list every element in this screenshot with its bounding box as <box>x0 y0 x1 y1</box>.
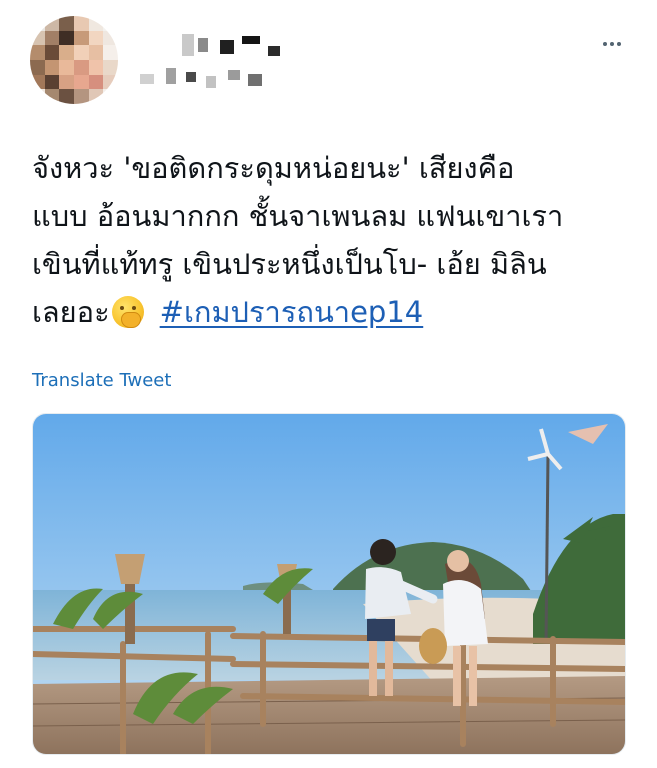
beach-scene-illustration <box>33 414 625 754</box>
tweet-text: จังหวะ 'ขอติดกระดุมหน่อยนะ' เสียงคือ แบบ… <box>32 144 632 336</box>
face-with-hand-over-mouth-icon <box>111 296 144 328</box>
more-horizontal-icon <box>603 42 607 46</box>
tweet-text-line: เลยอะ <box>32 295 110 329</box>
tweet-text-last-line: เลยอะ #เกมปรารถนาep14 <box>32 288 632 336</box>
tweet-media-image[interactable] <box>32 413 626 755</box>
translate-tweet-link[interactable]: Translate Tweet <box>32 370 171 391</box>
hashtag-link[interactable]: #เกมปรารถนาep14 <box>160 295 424 329</box>
more-options-button[interactable] <box>597 32 627 56</box>
username-blurred[interactable] <box>140 30 290 100</box>
tweet-text-line: แบบ อ้อนมากกก ชั้นจาเพนลม แฟนเขาเรา <box>32 199 564 233</box>
tweet-card: จังหวะ 'ขอติดกระดุมหน่อยนะ' เสียงคือ แบบ… <box>0 0 657 768</box>
tweet-text-line: เขินที่แท้ทรู เขินประหนึ่งเป็นโบ- เอ้ย ม… <box>32 247 547 281</box>
tweet-text-line: จังหวะ 'ขอติดกระดุมหน่อยนะ' เสียงคือ <box>32 151 515 185</box>
avatar[interactable] <box>30 16 118 104</box>
